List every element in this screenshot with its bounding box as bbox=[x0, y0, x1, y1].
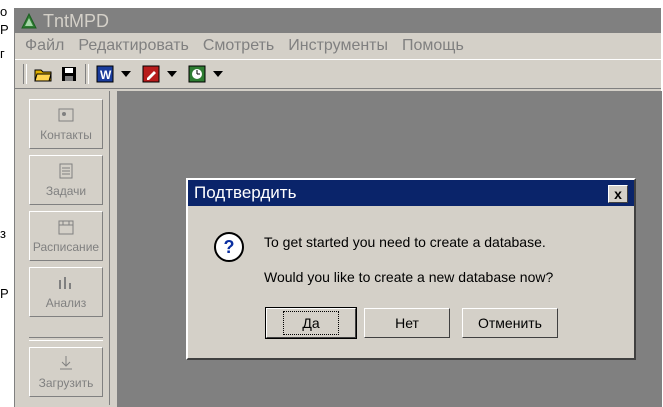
dialog-title: Подтвердить bbox=[194, 183, 297, 202]
sidebar-item-schedule[interactable]: Расписание bbox=[29, 211, 103, 261]
word-dropdown-arrow-icon[interactable] bbox=[121, 71, 131, 77]
close-icon: x bbox=[614, 186, 622, 202]
sidebar-item-label: Задачи bbox=[45, 184, 87, 198]
menu-view[interactable]: Смотреть bbox=[203, 37, 274, 55]
analysis-chart-icon bbox=[59, 277, 71, 289]
contacts-card-icon bbox=[58, 108, 74, 122]
sidebar-item-label: Анализ bbox=[45, 296, 87, 310]
sidebar-item-contacts[interactable]: Контакты bbox=[29, 99, 103, 149]
dialog-message-line1: To get started you need to create a data… bbox=[264, 234, 546, 250]
edit-document-icon[interactable] bbox=[141, 64, 161, 84]
yes-button-label: Да bbox=[283, 311, 339, 335]
menu-edit[interactable]: Редактировать bbox=[78, 37, 189, 55]
cropped-char: Р bbox=[0, 286, 9, 301]
toolbar-separator bbox=[85, 64, 89, 84]
sidebar-item-tasks[interactable]: Задачи bbox=[29, 155, 103, 205]
save-disk-icon[interactable] bbox=[59, 64, 79, 84]
app-logo-icon bbox=[21, 12, 37, 29]
download-arrow-icon bbox=[60, 356, 72, 370]
cropped-char: Р bbox=[0, 22, 9, 37]
toolbar-grip bbox=[23, 64, 27, 84]
sidebar-divider bbox=[29, 337, 103, 341]
sidebar-item-download[interactable]: Загрузить bbox=[29, 347, 103, 397]
yes-button[interactable]: Да bbox=[265, 307, 357, 339]
sidebar: Контакты Задачи Расписание Анализ Загруз… bbox=[23, 91, 110, 405]
menu-bar: Файл Редактировать Смотреть Инструменты … bbox=[15, 33, 661, 59]
cancel-button[interactable]: Отменить bbox=[462, 308, 558, 338]
window-title: TntMPD bbox=[43, 10, 110, 31]
no-button[interactable]: Нет bbox=[364, 308, 450, 338]
open-folder-icon[interactable] bbox=[33, 64, 53, 84]
cancel-button-label: Отменить bbox=[478, 315, 542, 331]
clock-icon[interactable] bbox=[187, 64, 207, 84]
cropped-left-edge: о Р г з Р bbox=[0, 0, 14, 407]
clock-dropdown-arrow-icon[interactable] bbox=[213, 71, 223, 77]
menu-help[interactable]: Помощь bbox=[402, 37, 464, 55]
cropped-char: г bbox=[0, 46, 5, 61]
sidebar-item-label: Контакты bbox=[40, 128, 92, 142]
menu-tools[interactable]: Инструменты bbox=[288, 37, 388, 55]
question-icon: ? bbox=[214, 232, 244, 262]
close-button[interactable]: x bbox=[608, 185, 628, 203]
word-document-icon[interactable]: W bbox=[95, 64, 115, 84]
tasks-checklist-icon bbox=[59, 163, 73, 179]
dialog-message-line2: Would you like to create a new database … bbox=[264, 269, 554, 285]
no-button-label: Нет bbox=[395, 315, 419, 331]
sidebar-item-analysis[interactable]: Анализ bbox=[29, 267, 103, 317]
dialog-title-bar[interactable]: Подтвердить bbox=[188, 180, 634, 206]
menu-file[interactable]: Файл bbox=[25, 37, 64, 55]
confirm-dialog: Подтвердить x ? To get started you need … bbox=[186, 178, 636, 360]
title-bar[interactable]: TntMPD bbox=[15, 9, 661, 33]
toolbar: W bbox=[15, 59, 661, 89]
cropped-char: о bbox=[0, 4, 8, 19]
sidebar-item-label: Загрузить bbox=[38, 376, 94, 390]
cropped-char: з bbox=[0, 226, 6, 241]
svg-text:W: W bbox=[100, 68, 112, 82]
edit-dropdown-arrow-icon[interactable] bbox=[167, 71, 177, 77]
calendar-icon bbox=[58, 220, 74, 235]
sidebar-item-label: Расписание bbox=[32, 240, 100, 254]
